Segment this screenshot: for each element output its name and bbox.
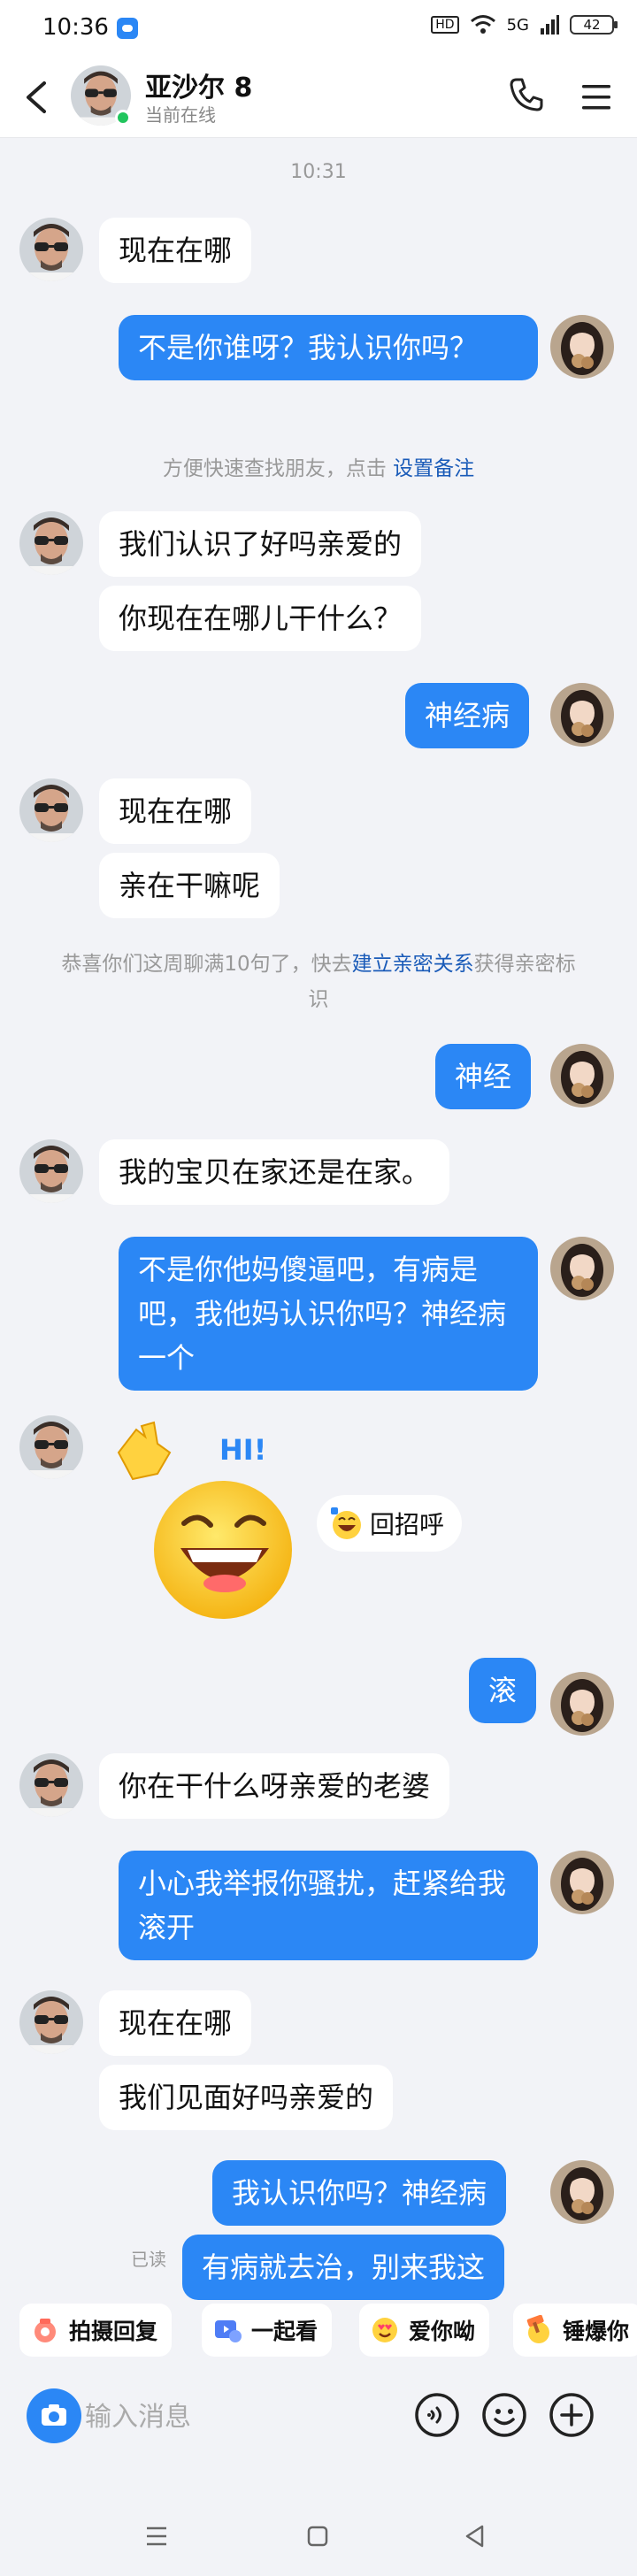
reply-greeting-label: 回招呼 <box>370 1510 445 1539</box>
battery-level: 42 <box>583 17 601 33</box>
hammer-emoji-icon <box>526 2315 549 2343</box>
contact-avatar[interactable] <box>19 511 83 575</box>
signal-icon <box>541 15 559 34</box>
quick-action-photo-reply[interactable]: 拍摄回复 <box>19 2304 173 2357</box>
avatar-girl-icon <box>550 683 614 747</box>
contact-name[interactable]: 亚沙尔 8 <box>145 65 252 104</box>
outgoing-message[interactable]: 神经病 <box>405 683 530 748</box>
network-label: 5G <box>506 15 529 34</box>
incoming-message[interactable]: 我们见面好吗亲爱的 <box>99 2065 394 2130</box>
app-notification-icon <box>117 18 138 39</box>
recent-apps-icon[interactable] <box>134 2514 179 2558</box>
voice-input-icon[interactable] <box>412 2390 462 2440</box>
contact-avatar[interactable] <box>19 778 83 842</box>
incoming-message[interactable]: 现在在哪 <box>99 1990 252 2056</box>
contact-avatar[interactable] <box>19 1139 83 1203</box>
avatar-portrait-icon <box>19 511 83 575</box>
camera-button[interactable] <box>27 2388 81 2443</box>
set-remark-link[interactable]: 设置备注 <box>393 457 474 480</box>
hi-sticker[interactable]: HI! <box>106 1417 318 1629</box>
quick-action-label: 爱你呦 <box>409 2319 476 2344</box>
more-menu-icon[interactable] <box>575 76 618 119</box>
outgoing-message[interactable]: 不是你谁呀？我认识你吗？ <box>119 315 538 380</box>
status-indicators: HD 5G 42 <box>431 14 618 35</box>
chat-header: 亚沙尔 8 当前在线 <box>0 57 637 138</box>
incoming-message[interactable]: 你在干什么呀亲爱的老婆 <box>99 1753 450 1819</box>
incoming-message[interactable]: 我们认识了好吗亲爱的 <box>99 511 422 577</box>
outgoing-message[interactable]: 小心我举报你骚扰，赶紧给我滚开 <box>119 1851 538 1960</box>
contact-avatar[interactable] <box>19 218 83 281</box>
presence-status: 当前在线 <box>145 104 216 126</box>
avatar-portrait-icon <box>19 218 83 281</box>
read-receipt: 已读 <box>131 2249 166 2270</box>
my-avatar[interactable] <box>550 315 614 379</box>
avatar-girl-icon <box>550 1672 614 1736</box>
home-icon[interactable] <box>295 2514 340 2558</box>
quick-action-love-you[interactable]: 爱你呦 <box>359 2304 490 2357</box>
emoji-picker-icon[interactable] <box>480 2390 529 2440</box>
avatar-portrait-icon <box>19 778 83 842</box>
remark-tip-text: 方便快速查找朋友，点击 <box>162 457 394 480</box>
avatar-portrait-icon <box>19 1415 83 1479</box>
avatar-girl-icon <box>550 1044 614 1108</box>
back-arrow-icon[interactable] <box>19 76 55 119</box>
avatar-girl-icon <box>550 2160 614 2224</box>
quick-action-label: 一起看 <box>251 2319 318 2344</box>
intimacy-link[interactable]: 建立亲密关系 <box>352 953 474 976</box>
sticker-hi-text: HI! <box>219 1433 266 1467</box>
outgoing-message[interactable]: 神经 <box>435 1044 532 1109</box>
chat-timestamp: 10:31 <box>290 161 347 183</box>
status-time: 10:36 <box>42 14 109 41</box>
avatar-portrait-icon <box>19 1990 83 2054</box>
heart-eyes-emoji-icon <box>372 2318 397 2342</box>
wifi-icon <box>470 15 495 34</box>
avatar-girl-icon <box>550 1851 614 1914</box>
quick-action-hammer[interactable]: 锤爆你 <box>513 2304 637 2357</box>
intimacy-tip-text: 恭喜你们这周聊满10句了，快去 <box>61 953 352 976</box>
contact-avatar[interactable] <box>19 1990 83 2054</box>
my-avatar[interactable] <box>550 1237 614 1300</box>
status-bar: 10:36 HD 5G 42 <box>0 0 637 57</box>
camera-icon <box>42 2404 66 2426</box>
hd-icon: HD <box>431 16 459 34</box>
outgoing-message[interactable]: 有病就去治，别来我这 <box>182 2235 505 2300</box>
laughing-emoji-icon <box>331 1507 361 1539</box>
quick-actions-bar: 拍摄回复 一起看 爱你呦 锤爆你 <box>0 2296 637 2364</box>
my-avatar[interactable] <box>550 1672 614 1736</box>
avatar-portrait-icon <box>19 1139 83 1203</box>
online-indicator <box>115 110 131 126</box>
reply-greeting-button[interactable]: 回招呼 <box>317 1495 463 1552</box>
outgoing-message[interactable]: 我认识你吗？神经病 <box>212 2160 507 2226</box>
incoming-message[interactable]: 你现在在哪儿干什么？ <box>99 586 422 651</box>
my-avatar[interactable] <box>550 683 614 747</box>
contact-avatar[interactable] <box>19 1753 83 1817</box>
quick-action-label: 锤爆你 <box>563 2319 630 2344</box>
my-avatar[interactable] <box>550 1851 614 1914</box>
photo-reply-icon <box>35 2319 56 2342</box>
remark-tip: 方便快速查找朋友，点击 设置备注 <box>53 451 584 487</box>
quick-action-watch-together[interactable]: 一起看 <box>202 2304 333 2357</box>
message-input[interactable] <box>85 2392 403 2442</box>
my-avatar[interactable] <box>550 2160 614 2224</box>
avatar-girl-icon <box>550 315 614 379</box>
incoming-message[interactable]: 亲在干嘛呢 <box>99 853 280 918</box>
intimacy-tip: 恭喜你们这周聊满10句了，快去建立亲密关系获得亲密标识 <box>53 947 584 1017</box>
my-avatar[interactable] <box>550 1044 614 1108</box>
phone-call-icon[interactable] <box>504 74 547 117</box>
avatar-girl-icon <box>550 1237 614 1300</box>
message-input-bar <box>0 2373 637 2479</box>
contact-avatar[interactable] <box>19 1415 83 1479</box>
outgoing-message[interactable]: 滚 <box>469 1658 537 1723</box>
outgoing-message[interactable]: 不是你他妈傻逼吧，有病是吧，我他妈认识你吗？神经病一个 <box>119 1237 538 1391</box>
nav-back-icon[interactable] <box>453 2514 497 2558</box>
quick-action-label: 拍摄回复 <box>69 2319 158 2344</box>
system-navigation-bar <box>0 2496 637 2576</box>
watch-together-icon <box>215 2320 242 2342</box>
avatar-portrait-icon <box>19 1753 83 1817</box>
battery-icon: 42 <box>570 15 618 34</box>
incoming-message[interactable]: 我的宝贝在家还是在家。 <box>99 1139 450 1205</box>
incoming-message[interactable]: 现在在哪 <box>99 778 252 844</box>
add-more-icon[interactable] <box>547 2390 596 2440</box>
incoming-message[interactable]: 现在在哪 <box>99 218 252 283</box>
